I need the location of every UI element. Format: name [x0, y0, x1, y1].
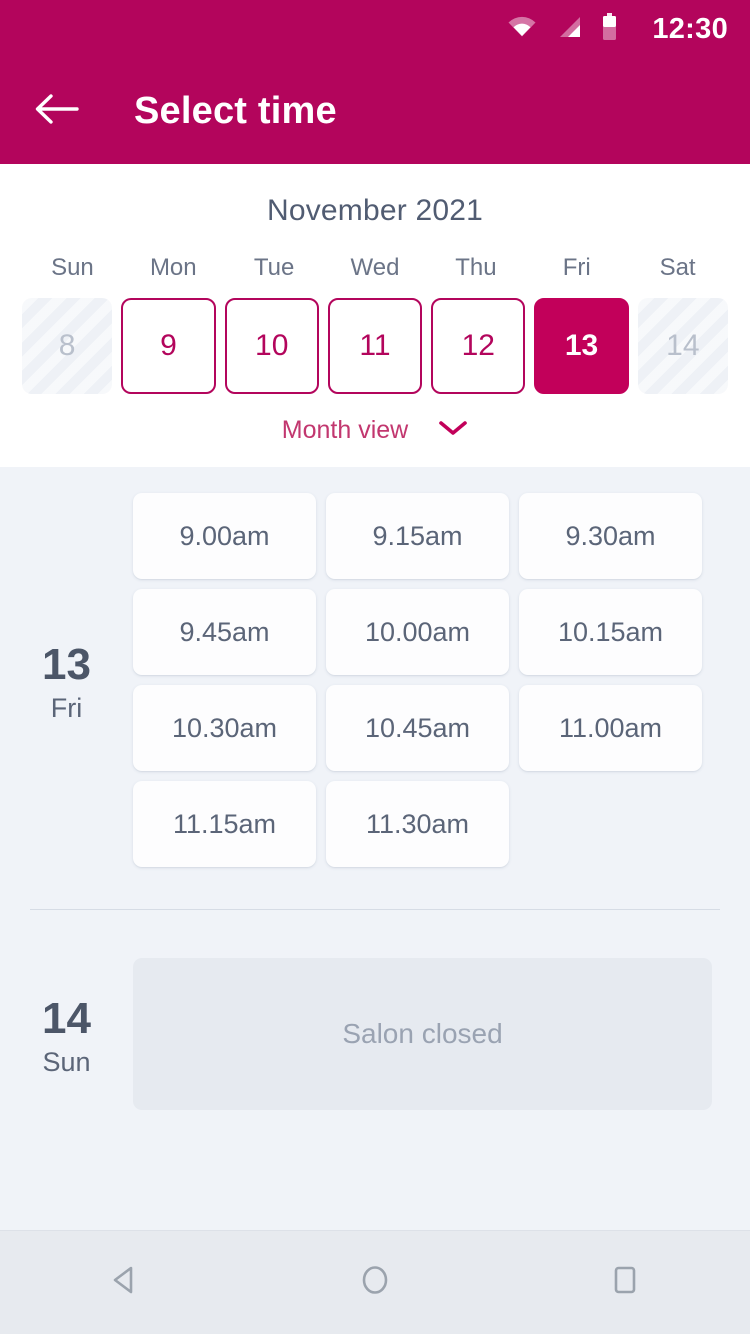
calendar-panel: November 2021 Sun Mon Tue Wed Thu Fri Sa… [0, 164, 750, 467]
battery-icon [601, 12, 618, 46]
schedule-day-group-14: 14 Sun Salon closed [0, 910, 750, 1110]
page-title: Select time [134, 89, 337, 132]
nav-home-button[interactable] [320, 1243, 430, 1323]
calendar-day-11[interactable]: 11 [327, 298, 423, 394]
time-slot[interactable]: 10.45am [326, 685, 509, 771]
time-slot-grid: 9.00am 9.15am 9.30am 9.45am 10.00am 10.1… [133, 493, 720, 867]
status-icon-group: 12:30 [507, 12, 728, 46]
weekday-label-sun: Sun [51, 254, 94, 281]
time-slot[interactable]: 11.15am [133, 781, 316, 867]
circle-home-icon [357, 1262, 393, 1303]
calendar-day-14: 14 [637, 298, 728, 394]
calendar-day-10[interactable]: 10 [224, 298, 319, 394]
weekday-label-mon: Mon [149, 254, 197, 281]
time-slot[interactable]: 10.00am [326, 589, 509, 675]
schedule-day-name: Fri [50, 692, 83, 723]
time-slot[interactable]: 10.15am [519, 589, 702, 675]
time-slot[interactable]: 11.00am [519, 685, 702, 771]
triangle-back-icon [107, 1262, 143, 1303]
android-nav-bar [0, 1230, 750, 1334]
calendar-day-8: 8 [22, 298, 113, 394]
weekday-label-wed: Wed [350, 254, 400, 281]
month-view-label: Month view [281, 416, 409, 444]
schedule-day-group-13: 13 Fri 9.00am 9.15am 9.30am 9.45am 10.00… [0, 493, 750, 867]
schedule-day-number: 13 [42, 640, 91, 690]
phone-screen: 12:30 Select time November 2021 Sun Mon … [0, 0, 750, 1334]
nav-recents-button[interactable] [570, 1243, 680, 1323]
nav-back-button[interactable] [70, 1243, 180, 1323]
calendar-day-12[interactable]: 12 [431, 298, 526, 394]
signal-icon [555, 15, 583, 44]
time-slot[interactable]: 11.30am [326, 781, 509, 867]
weekday-label-thu: Thu [455, 254, 497, 281]
weekday-header-row: Sun Mon Tue Wed Thu Fri Sat [0, 228, 750, 282]
time-slot[interactable]: 9.00am [133, 493, 316, 579]
weekday-label-sat: Sat [659, 254, 696, 281]
weekday-label-tue: Tue [253, 254, 295, 281]
schedule-day-label-13: 13 Fri [0, 493, 133, 867]
calendar-day-9[interactable]: 9 [121, 298, 216, 394]
back-button[interactable] [30, 85, 82, 137]
calendar-month-title: November 2021 [266, 194, 484, 227]
month-view-toggle[interactable]: Month view [0, 394, 750, 445]
time-slot[interactable]: 9.15am [326, 493, 509, 579]
app-bar: Select time [0, 58, 750, 164]
calendar-days-row: 8 9 10 11 12 13 14 [0, 282, 750, 394]
schedule-day-number: 14 [42, 994, 91, 1044]
weekday-label-fri: Fri [562, 254, 591, 281]
time-slot[interactable]: 9.45am [133, 589, 316, 675]
arrow-left-icon [33, 92, 79, 131]
wifi-icon [507, 15, 537, 44]
time-slot[interactable]: 10.30am [133, 685, 316, 771]
schedule-day-name: Sun [42, 1046, 91, 1077]
schedule-day-label-14: 14 Sun [0, 958, 133, 1110]
schedule-list: 13 Fri 9.00am 9.15am 9.30am 9.45am 10.00… [0, 467, 750, 1230]
time-slot[interactable]: 9.30am [519, 493, 702, 579]
salon-closed-banner: Salon closed [133, 958, 712, 1110]
chevron-down-icon [438, 419, 468, 442]
square-recents-icon [607, 1262, 643, 1303]
status-bar: 12:30 [0, 0, 750, 58]
calendar-day-13[interactable]: 13 [534, 298, 629, 394]
status-bar-clock: 12:30 [652, 12, 728, 45]
